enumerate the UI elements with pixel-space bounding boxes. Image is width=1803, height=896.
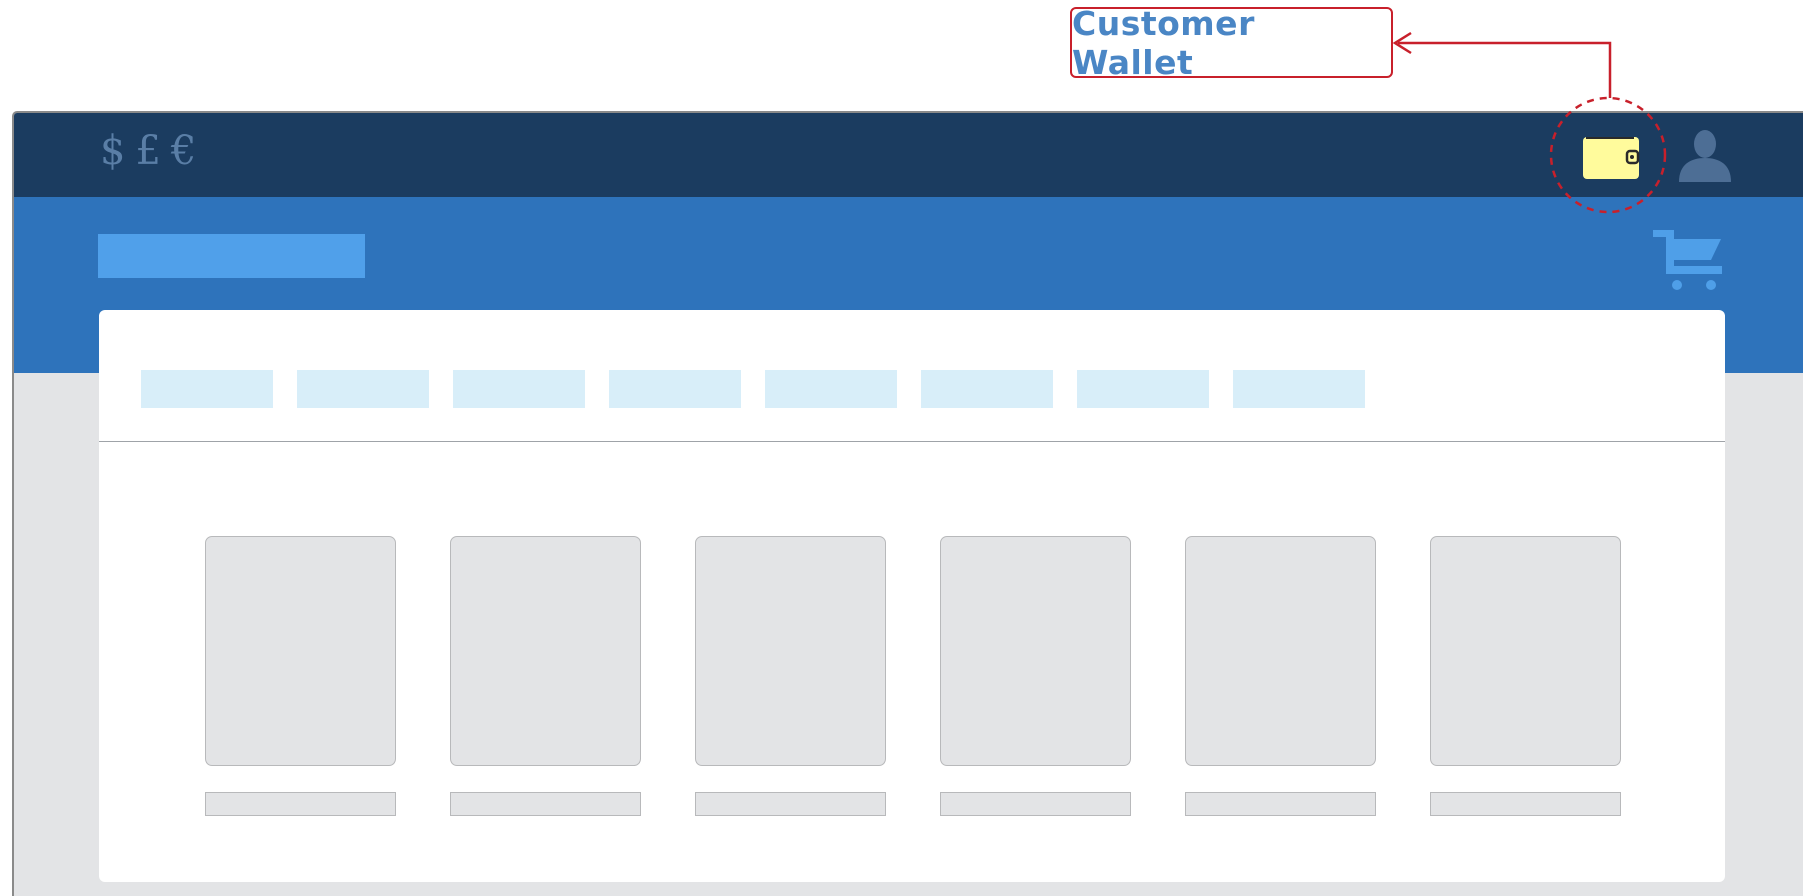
product-title-placeholder xyxy=(450,792,641,816)
product-image-placeholder[interactable] xyxy=(1430,536,1621,766)
product-card[interactable] xyxy=(1185,536,1376,816)
product-title-placeholder xyxy=(940,792,1131,816)
annotation-connector-line xyxy=(1398,41,1612,98)
currency-euro[interactable]: € xyxy=(171,127,196,175)
product-grid xyxy=(205,536,1621,816)
product-title-placeholder xyxy=(1430,792,1621,816)
shopping-cart-icon[interactable] xyxy=(1653,230,1723,292)
arrowhead-icon xyxy=(1392,31,1412,55)
product-card[interactable] xyxy=(1430,536,1621,816)
nav-tab[interactable] xyxy=(141,370,273,408)
page: $ £ € Customer Wallet xyxy=(0,0,1803,896)
content-panel xyxy=(99,310,1725,882)
nav-tab[interactable] xyxy=(765,370,897,408)
annotation-callout: Customer Wallet xyxy=(1070,4,1393,82)
logo-placeholder[interactable] xyxy=(98,234,365,278)
product-image-placeholder[interactable] xyxy=(1185,536,1376,766)
product-title-placeholder xyxy=(205,792,396,816)
product-title-placeholder xyxy=(1185,792,1376,816)
product-image-placeholder[interactable] xyxy=(940,536,1131,766)
currency-dollar[interactable]: $ xyxy=(100,127,125,175)
currency-pound[interactable]: £ xyxy=(135,127,160,175)
nav-tab[interactable] xyxy=(1077,370,1209,408)
nav-tab[interactable] xyxy=(609,370,741,408)
product-card[interactable] xyxy=(940,536,1131,816)
wallet-icon[interactable] xyxy=(1582,133,1640,181)
annotation-label: Customer Wallet xyxy=(1072,3,1255,82)
product-card[interactable] xyxy=(450,536,641,816)
nav-tab[interactable] xyxy=(1233,370,1365,408)
product-image-placeholder[interactable] xyxy=(695,536,886,766)
divider xyxy=(99,441,1725,442)
product-image-placeholder[interactable] xyxy=(205,536,396,766)
currency-switcher: $ £ € xyxy=(100,127,196,175)
product-title-placeholder xyxy=(695,792,886,816)
nav-tab[interactable] xyxy=(921,370,1053,408)
top-bar: $ £ € xyxy=(14,113,1803,197)
user-icon[interactable] xyxy=(1677,128,1733,182)
product-card[interactable] xyxy=(695,536,886,816)
product-image-placeholder[interactable] xyxy=(450,536,641,766)
nav-tab[interactable] xyxy=(297,370,429,408)
category-tabs xyxy=(141,370,1365,408)
nav-tab[interactable] xyxy=(453,370,585,408)
app-window: $ £ € xyxy=(12,111,1803,896)
product-card[interactable] xyxy=(205,536,396,816)
